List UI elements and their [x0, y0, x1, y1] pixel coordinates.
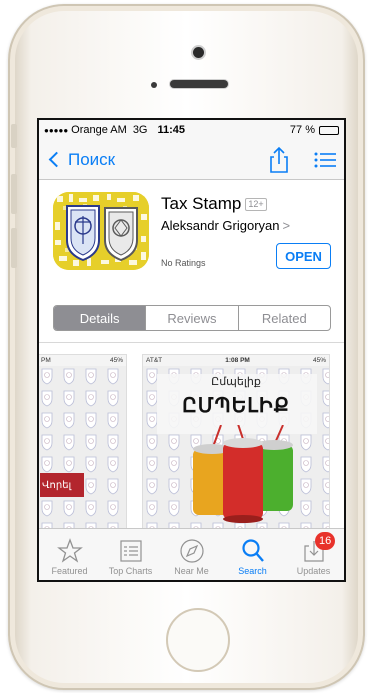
ratings-label: No Ratings: [161, 258, 206, 268]
tab-label: Top Charts: [108, 566, 153, 576]
tab-near-me[interactable]: Near Me: [161, 529, 222, 580]
age-rating-badge: 12+: [245, 197, 267, 211]
tab-top-charts[interactable]: Top Charts: [100, 529, 161, 580]
app-name: Tax Stamp 12+: [161, 194, 267, 214]
signal-strength: ●●●●●: [44, 125, 69, 135]
screenshots-carousel[interactable]: PM 45% Վորել AT&T 1:08 PM 45% Ըմպելիք ԸՄ…: [39, 354, 344, 530]
carrier-name: Orange AM: [71, 124, 127, 136]
status-time: 11:45: [157, 124, 186, 136]
tab-bar: Featured Top Charts Near Me Search Updat…: [39, 528, 344, 580]
open-button[interactable]: OPEN: [276, 243, 331, 269]
segment-reviews[interactable]: Reviews: [145, 306, 237, 330]
star-icon: [56, 538, 83, 563]
compass-icon: [179, 539, 204, 563]
category-subtitle: Ըմպելիք: [211, 376, 261, 388]
mini-status-bar: PM 45%: [39, 355, 126, 366]
volume-up-button: [11, 174, 17, 214]
back-label: Поиск: [68, 149, 116, 169]
tab-label: Near Me: [174, 566, 209, 576]
tab-label: Updates: [296, 566, 331, 576]
segment-related[interactable]: Related: [237, 306, 330, 330]
segmented-control: Details Reviews Related: [53, 305, 331, 331]
mini-status-time: 1:08 PM: [225, 357, 250, 364]
battery-icon: [319, 125, 339, 135]
app-header: Tax Stamp 12+ Aleksandr Grigoryan > No Ra…: [39, 180, 344, 283]
category-title: ԸՄՊԵԼԻՔ: [182, 395, 290, 417]
tab-updates[interactable]: Updates 16: [283, 529, 344, 580]
mini-status-bar: AT&T 1:08 PM 45%: [143, 355, 329, 366]
screenshot-2[interactable]: AT&T 1:08 PM 45% Ըմպելիք ԸՄՊԵԼԻՔ: [142, 354, 330, 530]
chevron-right-icon: >: [282, 218, 291, 233]
proximity-sensor: [151, 82, 157, 88]
mini-status-time: PM: [41, 357, 51, 364]
tab-featured[interactable]: Featured: [39, 529, 100, 580]
segment-details[interactable]: Details: [54, 306, 146, 330]
mini-status-battery: 45%: [109, 357, 123, 364]
section-divider: [39, 342, 344, 343]
updates-badge: 16: [315, 532, 336, 550]
list-icon[interactable]: [312, 147, 338, 173]
share-icon[interactable]: [264, 145, 294, 175]
mute-switch: [11, 124, 17, 148]
shield-pattern: [39, 366, 126, 529]
screenshot-1[interactable]: PM 45% Վորել: [39, 354, 127, 530]
soda-cans-image: [193, 425, 293, 523]
mini-status-battery: 45%: [312, 357, 326, 364]
list-icon: [119, 540, 142, 562]
front-camera: [193, 47, 204, 58]
mini-status-carrier: AT&T: [146, 357, 163, 364]
app-title: Tax Stamp: [161, 194, 242, 213]
earpiece-speaker: [170, 80, 228, 88]
search-icon: [241, 539, 264, 562]
phone-screen: ●●●●● Orange AM 3G 11:45 77 % Поиск Tax …: [37, 118, 346, 582]
navigation-bar: Поиск: [39, 140, 344, 180]
battery-percent: 77 %: [289, 124, 315, 136]
developer-link[interactable]: Aleksandr Grigoryan >: [161, 218, 290, 233]
network-type: 3G: [132, 124, 148, 136]
tab-search[interactable]: Search: [222, 529, 283, 580]
read-button[interactable]: Վորել: [40, 473, 84, 497]
tab-label: Search: [238, 566, 267, 576]
app-icon-artwork: [53, 192, 149, 270]
app-icon[interactable]: [53, 192, 149, 270]
volume-down-button: [11, 228, 17, 268]
home-button[interactable]: [166, 608, 230, 672]
tab-label: Featured: [51, 566, 88, 576]
developer-name: Aleksandr Grigoryan: [161, 218, 280, 233]
back-button[interactable]: Поиск: [45, 150, 115, 170]
chevron-left-icon: [48, 151, 65, 168]
status-bar: ●●●●● Orange AM 3G 11:45 77 %: [39, 120, 344, 140]
